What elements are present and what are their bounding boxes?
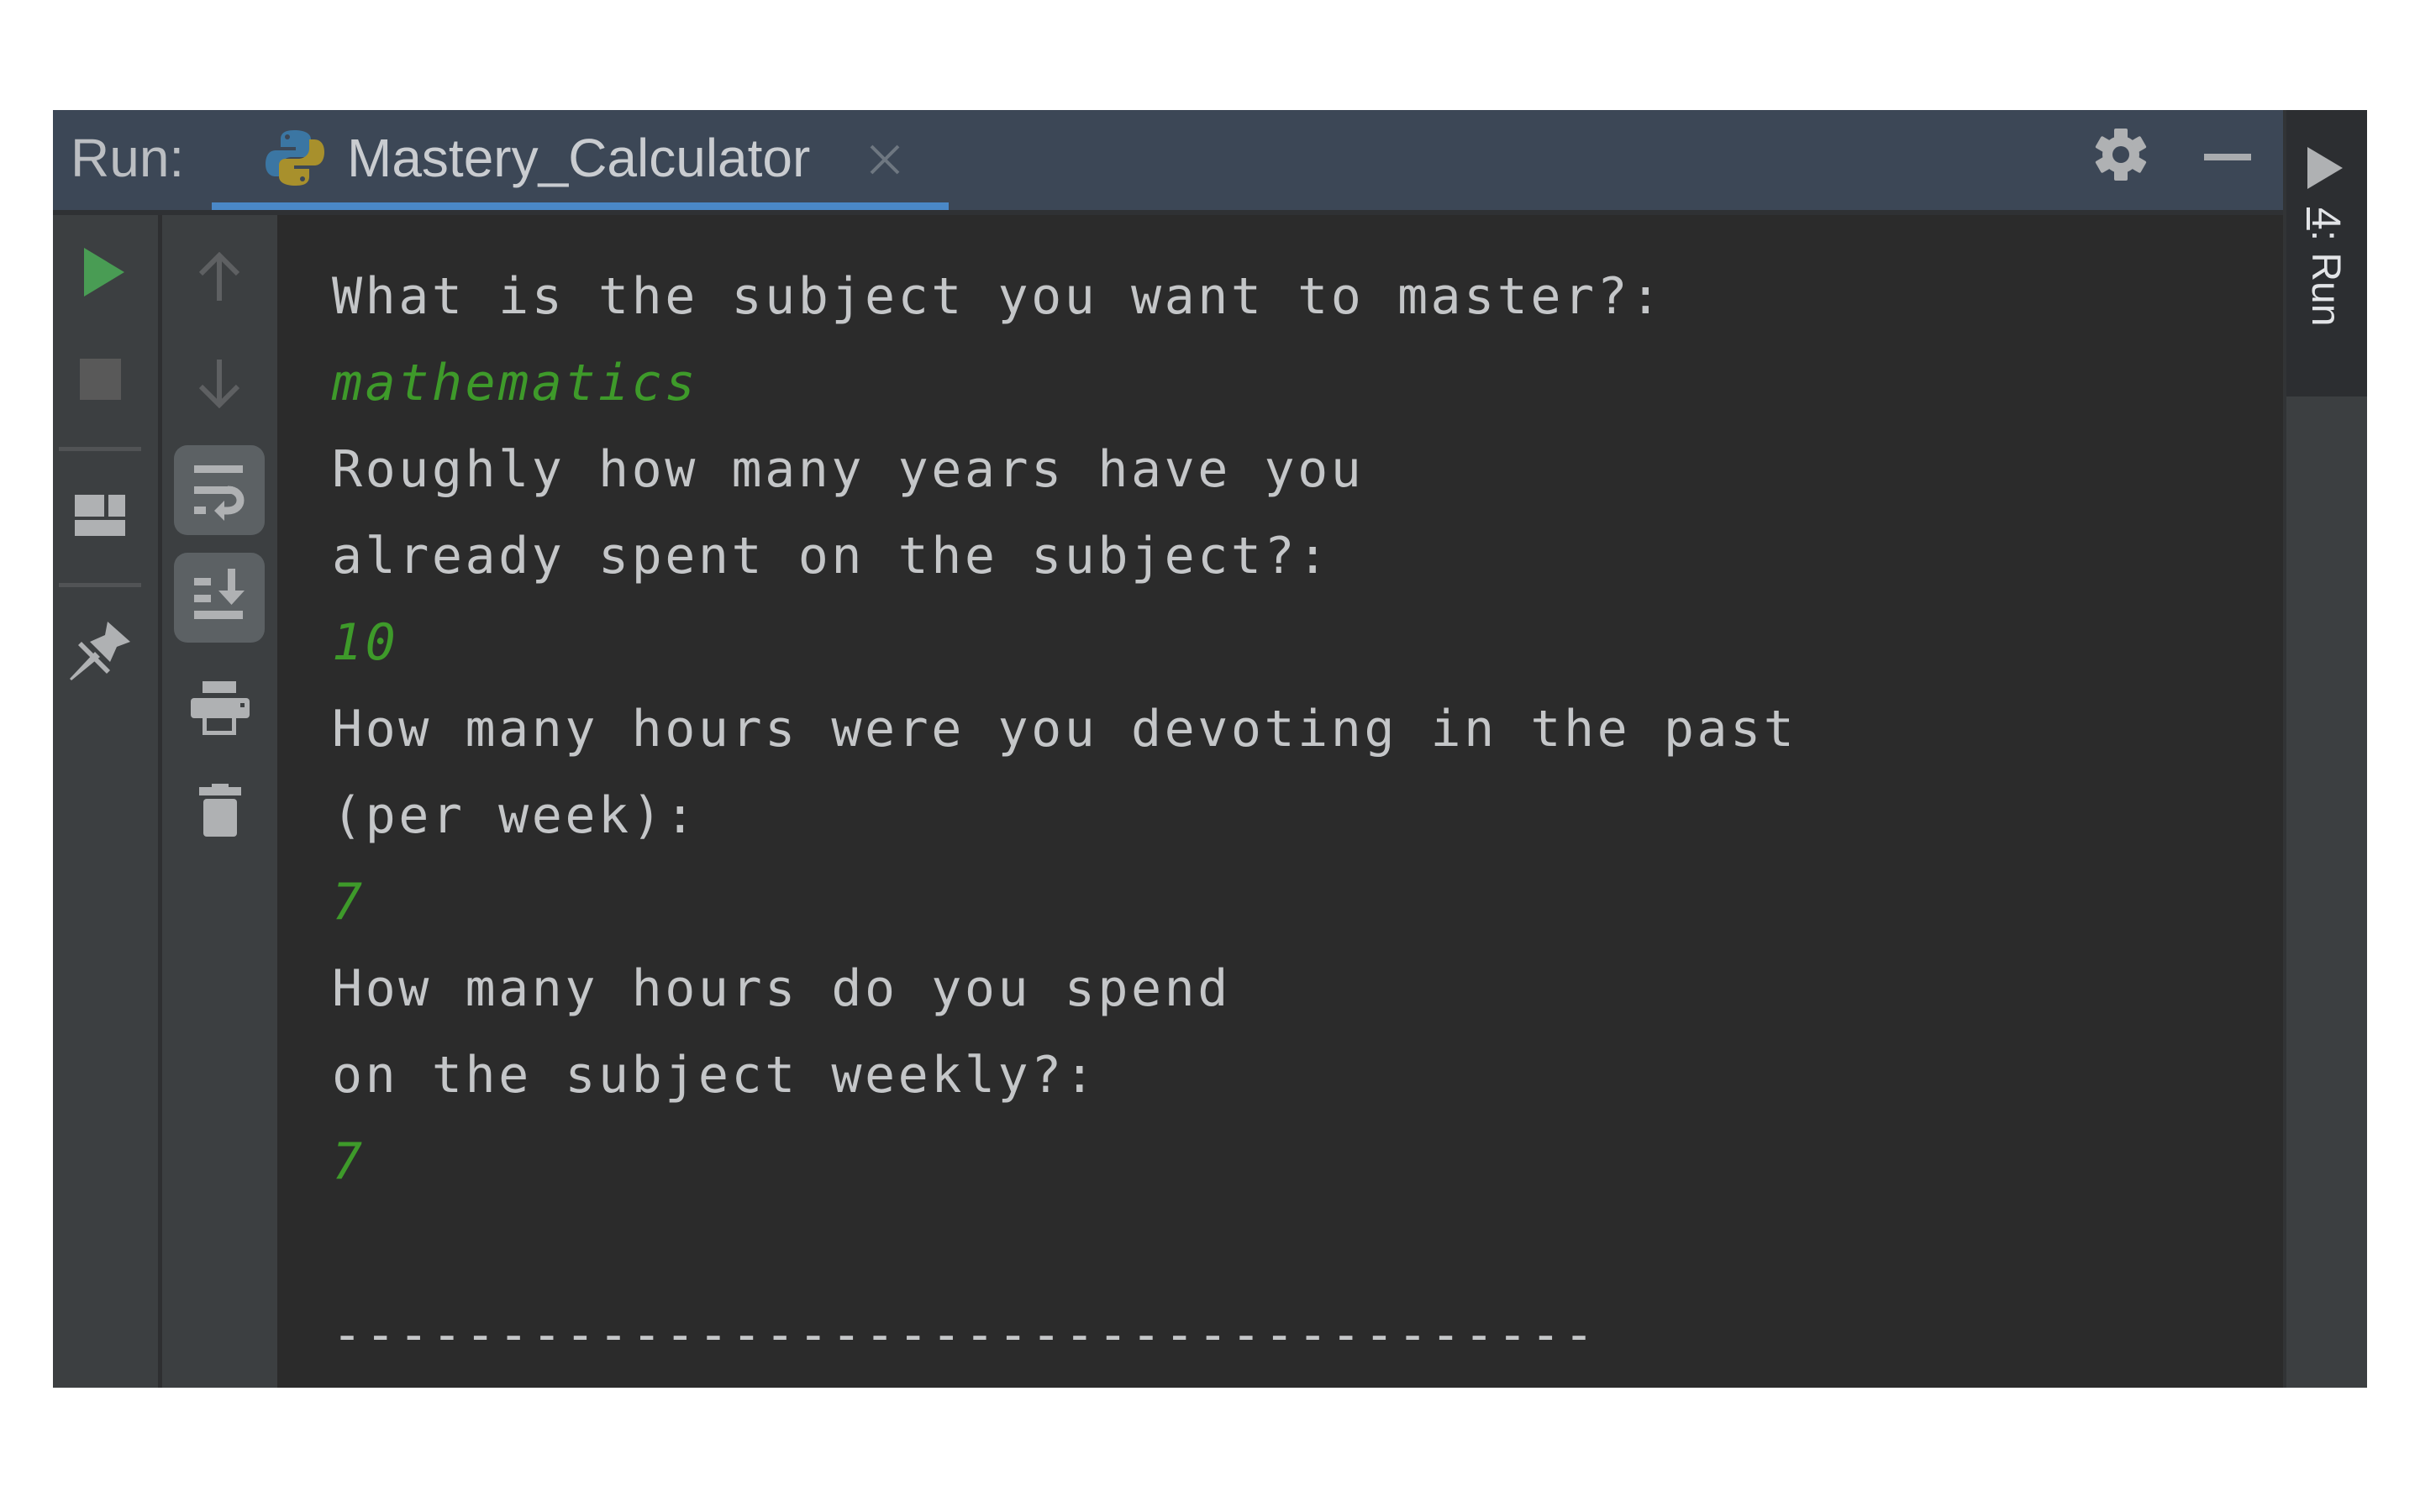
- scroll-to-end-button[interactable]: [174, 553, 265, 643]
- gear-icon[interactable]: [2093, 127, 2149, 182]
- run-triangle-icon: [2307, 147, 2343, 189]
- minimize-icon[interactable]: [2201, 144, 2254, 169]
- console-output-line: already spent on the subject?:: [332, 527, 1331, 585]
- console-output[interactable]: What is the subject you want to master?:…: [277, 215, 2283, 1388]
- arrow-up-icon[interactable]: [199, 252, 239, 301]
- run-label: Run:: [71, 128, 185, 188]
- tool-window-header: Run: Mastery_Calculator: [53, 110, 2283, 215]
- soft-wrap-button[interactable]: [174, 445, 265, 535]
- run-tool-window: Run: Mastery_Calculator What is the subj…: [53, 110, 2367, 1388]
- console-output-line: Roughly how many years have you: [332, 440, 1365, 499]
- close-icon[interactable]: [868, 143, 902, 176]
- console-lines: What is the subject you want to master?:…: [332, 254, 1797, 1378]
- console-output-line: on the subject weekly?:: [332, 1046, 1098, 1105]
- run-stripe-text: : Run: [2303, 229, 2348, 327]
- layout-icon[interactable]: [75, 495, 125, 536]
- console-output-line: --------------------------------------: [332, 1305, 1597, 1364]
- stop-icon[interactable]: [80, 359, 121, 400]
- toolbar-separator: [59, 447, 141, 451]
- console-input-line: mathematics: [332, 354, 698, 412]
- arrow-down-icon[interactable]: [199, 360, 239, 408]
- console-toolbar: [162, 215, 277, 1388]
- run-stripe-button[interactable]: 4: Run: [2286, 110, 2367, 396]
- soft-wrap-icon: [194, 465, 245, 521]
- print-icon[interactable]: [191, 681, 250, 735]
- run-toolbar: [53, 215, 158, 1388]
- run-stripe-label: 4: Run: [2302, 207, 2348, 350]
- console-input-line: 7: [332, 873, 366, 932]
- tab-title: Mastery_Calculator: [347, 128, 811, 188]
- right-tool-stripe: 4: Run: [2283, 110, 2367, 1388]
- python-icon: [266, 130, 324, 186]
- console-input-line: 7: [332, 1132, 366, 1191]
- toolbar-separator: [59, 583, 141, 587]
- scroll-to-end-icon: [194, 569, 245, 619]
- console-input-line: 10: [332, 613, 399, 672]
- console-output-line: How many hours do you spend: [332, 959, 1231, 1018]
- console-output-line: [332, 1205, 1797, 1292]
- run-stripe-mnemonic: 4: [2303, 207, 2348, 230]
- console-output-line: What is the subject you want to master?:: [332, 267, 1664, 326]
- console-output-line: How many hours were you devoting in the …: [332, 700, 1797, 759]
- play-icon[interactable]: [84, 248, 124, 297]
- console-output-line: (per week):: [332, 786, 698, 845]
- trash-icon[interactable]: [199, 784, 241, 837]
- tab-mastery-calculator[interactable]: Mastery_Calculator: [212, 110, 949, 215]
- pin-icon[interactable]: [70, 622, 130, 682]
